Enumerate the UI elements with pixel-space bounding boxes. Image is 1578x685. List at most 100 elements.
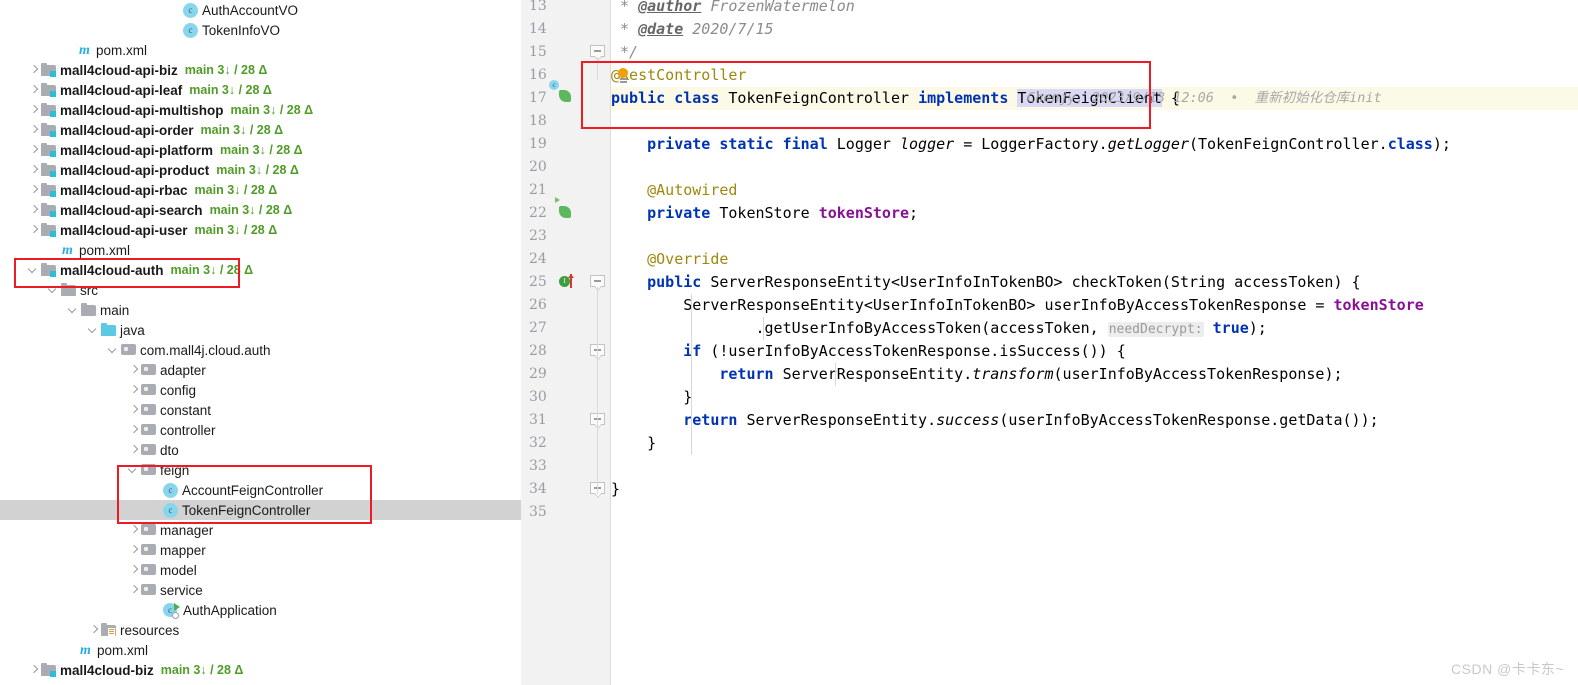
- editor-line-number-gutter[interactable]: 13 14 15 16 17 c 18 19 20 21 22 23 24 25 I 26 27 28 29 30 31…: [521, 0, 584, 685]
- tree-item[interactable]: c AuthApplication: [0, 600, 521, 620]
- tree-item[interactable]: mall4cloud-api-rbac main 3↓ / 28 Δ: [0, 180, 521, 200]
- tree-item[interactable]: mall4cloud-biz main 3↓ / 28 Δ: [0, 660, 521, 680]
- code-line[interactable]: }: [611, 432, 656, 455]
- code-line[interactable]: }: [611, 478, 620, 501]
- chevron-right-icon[interactable]: [27, 60, 41, 80]
- tree-item[interactable]: mall4cloud-api-product main 3↓ / 28 Δ: [0, 160, 521, 180]
- tree-item[interactable]: com.mall4j.cloud.auth: [0, 340, 521, 360]
- package-icon: [121, 344, 136, 356]
- tree-item[interactable]: service: [0, 580, 521, 600]
- tree-item[interactable]: model: [0, 560, 521, 580]
- code-line[interactable]: * @author FrozenWatermelon: [611, 0, 855, 18]
- package-icon: [141, 364, 156, 376]
- code-line[interactable]: }: [611, 386, 692, 409]
- maven-icon: m: [80, 642, 91, 658]
- tree-item[interactable]: java: [0, 320, 521, 340]
- tree-item-label: manager: [160, 522, 214, 538]
- chevron-right-icon[interactable]: [27, 660, 41, 680]
- tree-item[interactable]: resources: [0, 620, 521, 640]
- chevron-down-icon[interactable]: [27, 260, 41, 280]
- chevron-down-icon[interactable]: [127, 460, 141, 480]
- tree-item[interactable]: c AccountFeignController: [0, 480, 521, 500]
- line-number-value: 14: [529, 21, 547, 37]
- module-icon: [41, 122, 56, 137]
- vcs-branch-label: main 3↓ / 28 Δ: [230, 103, 314, 117]
- code-line[interactable]: return ServerResponseEntity.transform(us…: [611, 363, 1343, 386]
- chevron-right-icon[interactable]: [27, 220, 41, 240]
- chevron-right-icon[interactable]: [27, 140, 41, 160]
- chevron-down-icon[interactable]: [67, 300, 81, 320]
- tree-item[interactable]: m pom.xml: [0, 40, 521, 60]
- chevron-right-icon[interactable]: [127, 420, 141, 440]
- code-editor[interactable]: 13 14 15 16 17 c 18 19 20 21 22 23 24 25 I 26 27 28 29 30 31…: [521, 0, 1578, 685]
- chevron-right-icon[interactable]: [127, 360, 141, 380]
- tree-item[interactable]: mall4cloud-api-order main 3↓ / 28 Δ: [0, 120, 521, 140]
- tree-item[interactable]: config: [0, 380, 521, 400]
- code-line[interactable]: @Autowired: [611, 179, 737, 202]
- chevron-right-icon[interactable]: [27, 100, 41, 120]
- git-blame-annotation[interactable]: Chenjy, 2023/9/13 12:06 • 重新初始化仓库init: [1027, 87, 1382, 110]
- tree-item[interactable]: mall4cloud-api-platform main 3↓ / 28 Δ: [0, 140, 521, 160]
- tree-item[interactable]: feign: [0, 460, 521, 480]
- tree-item[interactable]: src: [0, 280, 521, 300]
- tree-item[interactable]: mall4cloud-auth main 3↓ / 28 Δ: [0, 260, 521, 280]
- code-line[interactable]: ServerResponseEntity<UserInfoInTokenBO> …: [611, 294, 1424, 317]
- chevron-right-icon[interactable]: [127, 520, 141, 540]
- chevron-right-icon[interactable]: [27, 180, 41, 200]
- project-tool-window[interactable]: c AuthAccountVO c TokenInfoVO m pom.xml mall4c…: [0, 0, 521, 685]
- code-token: (userInfoByAccessTokenResponse);: [1053, 365, 1343, 383]
- code-line[interactable]: .getUserInfoByAccessToken(accessToken, n…: [611, 317, 1267, 340]
- chevron-right-icon[interactable]: [127, 380, 141, 400]
- chevron-right-icon[interactable]: [87, 620, 101, 640]
- package-icon: [141, 524, 156, 536]
- tree-item[interactable]: adapter: [0, 360, 521, 380]
- code-line[interactable]: public ServerResponseEntity<UserInfoInTo…: [611, 271, 1360, 294]
- intention-bulb-icon[interactable]: [617, 68, 630, 83]
- chevron-down-icon[interactable]: [107, 340, 121, 360]
- line-number-value: 23: [529, 228, 547, 244]
- chevron-down-icon[interactable]: [87, 320, 101, 340]
- module-icon: [41, 142, 56, 157]
- tree-item[interactable]: constant: [0, 400, 521, 420]
- tree-item[interactable]: dto: [0, 440, 521, 460]
- code-line[interactable]: if (!userInfoByAccessTokenResponse.isSuc…: [611, 340, 1126, 363]
- chevron-right-icon[interactable]: [127, 580, 141, 600]
- tree-item[interactable]: m pom.xml: [0, 640, 521, 660]
- code-line[interactable]: private TokenStore tokenStore;: [611, 202, 918, 225]
- code-line[interactable]: */: [611, 41, 638, 64]
- tree-item[interactable]: mall4cloud-api-leaf main 3↓ / 28 Δ: [0, 80, 521, 100]
- tree-item[interactable]: mall4cloud-api-multishop main 3↓ / 28 Δ: [0, 100, 521, 120]
- tree-item[interactable]: mapper: [0, 540, 521, 560]
- code-line[interactable]: private static final Logger logger = Log…: [611, 133, 1451, 156]
- chevron-right-icon[interactable]: [127, 440, 141, 460]
- chevron-right-icon[interactable]: [27, 200, 41, 220]
- tree-item[interactable]: main: [0, 300, 521, 320]
- tree-item[interactable]: m pom.xml: [0, 240, 521, 260]
- code-line[interactable]: return ServerResponseEntity.success(user…: [611, 409, 1378, 432]
- module-icon: [41, 662, 56, 677]
- chevron-right-icon[interactable]: [27, 120, 41, 140]
- chevron-right-icon[interactable]: [27, 80, 41, 100]
- tree-item[interactable]: mall4cloud-api-user main 3↓ / 28 Δ: [0, 220, 521, 240]
- tree-item[interactable]: c AuthAccountVO: [0, 0, 521, 20]
- tree-item[interactable]: c TokenFeignController: [0, 500, 521, 520]
- tree-item[interactable]: mall4cloud-api-search main 3↓ / 28 Δ: [0, 200, 521, 220]
- chevron-right-icon[interactable]: [127, 560, 141, 580]
- code-line[interactable]: * @date 2020/7/15: [611, 18, 774, 41]
- chevron-right-icon[interactable]: [127, 400, 141, 420]
- tree-item[interactable]: c TokenInfoVO: [0, 20, 521, 40]
- code-line[interactable]: @RestController: [611, 64, 746, 87]
- tree-item-label: mall4cloud-api-leaf: [60, 82, 183, 98]
- line-number: 29: [521, 363, 584, 386]
- chevron-right-icon[interactable]: [27, 160, 41, 180]
- code-token: */: [611, 43, 639, 61]
- tree-item[interactable]: mall4cloud-api-biz main 3↓ / 28 Δ: [0, 60, 521, 80]
- tree-item[interactable]: manager: [0, 520, 521, 540]
- code-line[interactable]: @Override: [611, 248, 728, 271]
- chevron-right-icon[interactable]: [127, 540, 141, 560]
- tree-item[interactable]: controller: [0, 420, 521, 440]
- chevron-down-icon[interactable]: [47, 280, 61, 300]
